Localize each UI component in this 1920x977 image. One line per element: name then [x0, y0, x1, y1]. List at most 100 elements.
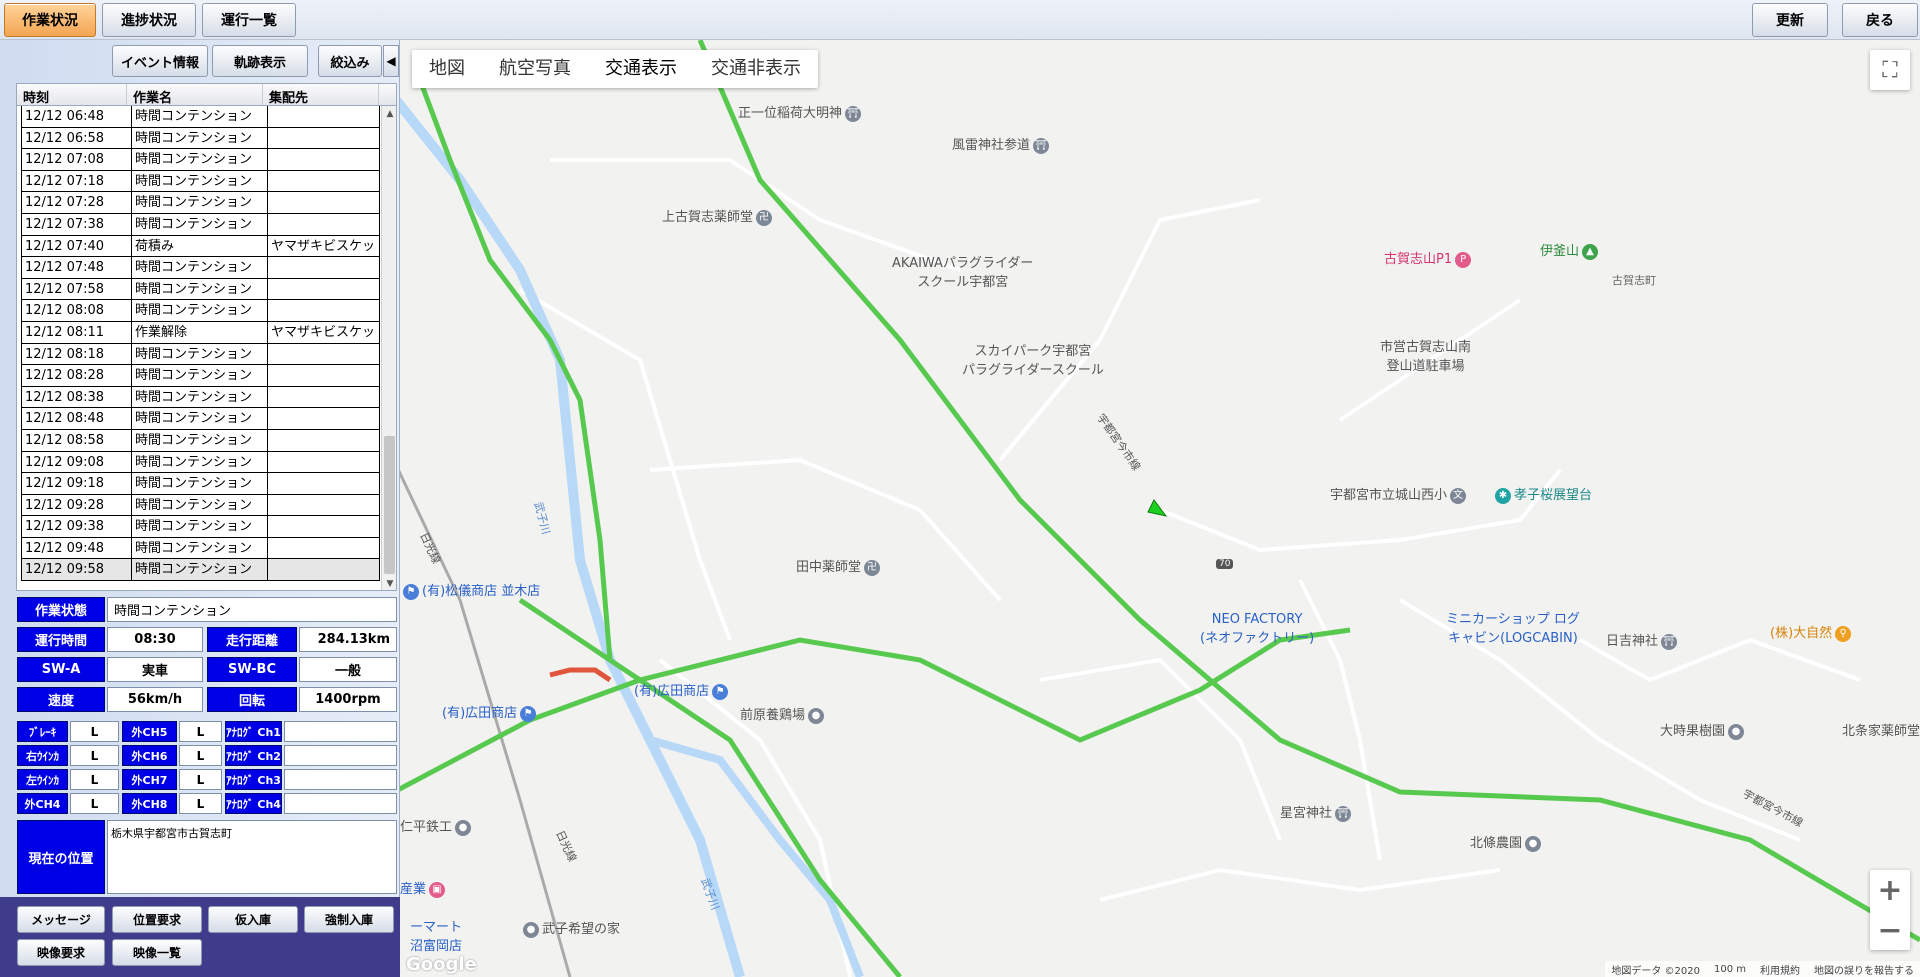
- poi-kogashiyama-parking[interactable]: 市営古賀志山南 登山道駐車場: [1380, 336, 1471, 374]
- header-time[interactable]: 時刻: [17, 84, 127, 106]
- tab-progress[interactable]: 進捗状況: [102, 3, 196, 37]
- scroll-thumb[interactable]: [384, 436, 395, 574]
- table-row[interactable]: 12/12 07:40荷積みヤマザキビスケット㈱: [21, 235, 380, 258]
- table-row[interactable]: 12/12 09:18 時間コンテンション: [21, 473, 380, 495]
- tab-operation-list[interactable]: 運行一覧: [202, 3, 296, 37]
- signal-value: L: [179, 793, 222, 814]
- poi-kogashiyama-p1[interactable]: 古賀志山P1 P: [1384, 248, 1474, 268]
- table-row[interactable]: 12/12 09:58 時間コンテンション: [21, 559, 380, 582]
- report-error-link[interactable]: 地図の誤りを報告する: [1814, 962, 1914, 977]
- event-info-button[interactable]: イベント情報: [112, 45, 208, 77]
- map-type-map[interactable]: 地図: [412, 50, 482, 88]
- map-type-traffic-on[interactable]: 交通表示: [588, 50, 694, 88]
- poi-takeko-kibou[interactable]: ● 武子希望の家: [520, 918, 620, 938]
- poi-label: 上古賀志薬師堂: [662, 210, 754, 225]
- refresh-button[interactable]: 更新: [1752, 3, 1828, 37]
- header-work-name[interactable]: 作業名: [127, 84, 263, 106]
- table-scrollbar[interactable]: ▲ ▼: [381, 106, 396, 590]
- header-destination[interactable]: 集配先: [263, 84, 379, 106]
- table-row[interactable]: 12/12 08:38 時間コンテンション: [21, 386, 380, 409]
- poi-shiroyama-school[interactable]: 宇都宮市立城山西小文: [1330, 484, 1469, 504]
- force-entry-button[interactable]: 強制入庫: [304, 906, 394, 933]
- poi-inari-shrine[interactable]: 正一位稲荷大明神 ⛩: [738, 102, 864, 122]
- table-row[interactable]: 12/12 06:58 時間コンテンション: [21, 127, 380, 150]
- table-row[interactable]: 12/12 07:08 時間コンテンション: [21, 149, 380, 171]
- signal-value: [284, 769, 397, 790]
- tab-work-status[interactable]: 作業状況: [4, 3, 96, 37]
- cell-time: 12/12 08:08: [21, 300, 131, 321]
- track-display-button[interactable]: 軌跡表示: [212, 45, 308, 77]
- poi-furai-shrine[interactable]: 風雷神社参道 ⛩: [952, 134, 1052, 154]
- poi-ojika-orchard[interactable]: 大時果樹園 ●: [1660, 720, 1747, 740]
- table-row[interactable]: 12/12 07:28 時間コンテンション: [21, 192, 380, 214]
- poi-matsugi-shoten[interactable]: ⚑ (有)松儀商店 並木店: [400, 580, 540, 600]
- table-body: 12/12 06:48 時間コンテンション 12/12 06:58 時間コンテンション…: [21, 106, 380, 590]
- shrine-icon: ⛩: [1033, 137, 1050, 154]
- poi-label: AKAIWAパラグライダー: [892, 256, 1034, 271]
- map-view[interactable]: 地図 航空写真 交通表示 交通非表示 ⛶ 正一位稲荷大明神 ⛩ 風雷神社参道 ⛩ 上…: [400, 40, 1920, 977]
- poi-neo-factory[interactable]: NEO FACTORY (ネオファクトリー): [1200, 612, 1314, 646]
- table-row[interactable]: 12/12 08:28 時間コンテンション: [21, 365, 380, 387]
- terms-link[interactable]: 利用規約: [1760, 962, 1800, 977]
- poi-hoshimiya-shrine[interactable]: 星宮神社 ⛩: [1280, 802, 1354, 822]
- table-row[interactable]: 12/12 06:48 時間コンテンション: [21, 106, 380, 128]
- video-request-button[interactable]: 映像要求: [17, 939, 105, 966]
- table-row[interactable]: 12/12 09:38 時間コンテンション: [21, 516, 380, 538]
- poi-label: 前原養鶏場: [740, 708, 806, 723]
- poi-mart[interactable]: ーマート 沼富岡店: [410, 916, 462, 954]
- cell-time: 12/12 07:38: [21, 213, 131, 235]
- video-list-button[interactable]: 映像一覧: [112, 939, 202, 966]
- poi-ikamayama[interactable]: 伊釜山 ▲: [1540, 240, 1601, 260]
- poi-skypark[interactable]: スカイパーク宇都宮 パラグライダースクール: [962, 340, 1104, 378]
- table-row[interactable]: 12/12 07:58 時間コンテンション: [21, 278, 380, 301]
- poi-koshizakura-observatory[interactable]: ✱ 孝子桜展望台: [1492, 484, 1592, 504]
- poi-label: ーマート: [410, 920, 463, 935]
- table-row[interactable]: 12/12 09:08 時間コンテンション: [21, 451, 380, 474]
- poi-logcabin[interactable]: ミニカーショップ ログ キャビン(LOGCABIN): [1446, 608, 1580, 646]
- zoom-out-icon[interactable]: −: [1870, 910, 1910, 950]
- table-row[interactable]: 12/12 07:38 時間コンテンション: [21, 213, 380, 236]
- map-canvas[interactable]: [400, 40, 1920, 977]
- poi-daishizen[interactable]: (株)大自然 ⚲: [1770, 622, 1854, 642]
- table-row[interactable]: 12/12 08:58 時間コンテンション: [21, 429, 380, 452]
- poi-sangyo[interactable]: 産業 ▣: [400, 878, 448, 898]
- poi-nihei-tekko[interactable]: 仁平鉄工 ●: [400, 816, 474, 836]
- table-row[interactable]: 12/12 08:11作業解除ヤマザキビスケット㈱: [21, 321, 380, 344]
- poi-akaiwa-paraglider[interactable]: AKAIWAパラグライダー スクール宇都宮: [892, 252, 1033, 290]
- poi-hojo-farm[interactable]: 北條農園 ●: [1470, 832, 1544, 852]
- table-row[interactable]: 12/12 09:48 時間コンテンション: [21, 537, 380, 560]
- zoom-in-icon[interactable]: +: [1870, 870, 1910, 910]
- position-request-button[interactable]: 位置要求: [112, 906, 202, 933]
- scroll-up-icon[interactable]: ▲: [382, 106, 396, 122]
- back-button[interactable]: 戻る: [1842, 3, 1918, 37]
- poi-tanaka-yakushido[interactable]: 田中薬師堂卍: [796, 556, 883, 576]
- scroll-down-icon[interactable]: ▼: [382, 576, 396, 590]
- filter-button[interactable]: 絞込み: [318, 45, 382, 77]
- temp-entry-button[interactable]: 仮入庫: [208, 906, 298, 933]
- table-row[interactable]: 12/12 09:28 時間コンテンション: [21, 494, 380, 517]
- fullscreen-icon[interactable]: ⛶: [1870, 50, 1910, 90]
- event-table: 時刻 作業名 集配先 12/12 06:48 時間コンテンション 12/12 06:…: [16, 83, 397, 591]
- cell-time: 12/12 08:48: [21, 408, 131, 429]
- poi-kamikogashi-yakushido[interactable]: 上古賀志薬師堂卍: [662, 206, 775, 226]
- collapse-panel-button[interactable]: ◀: [383, 45, 399, 77]
- table-row[interactable]: 12/12 08:08 時間コンテンション: [21, 300, 380, 322]
- poi-hojoke-yakushido[interactable]: 北条家薬師堂: [1842, 720, 1920, 739]
- signal-label: 外CH5: [122, 721, 177, 742]
- map-type-aerial[interactable]: 航空写真: [482, 50, 588, 88]
- table-row[interactable]: 12/12 07:18 時間コンテンション: [21, 170, 380, 193]
- table-row[interactable]: 12/12 08:48 時間コンテンション: [21, 408, 380, 430]
- poi-label: 宇都宮市立城山西小: [1330, 488, 1448, 503]
- signal-label: 外CH6: [122, 745, 177, 766]
- message-button[interactable]: メッセージ: [17, 906, 105, 933]
- cell-time: 12/12 09:38: [21, 516, 131, 537]
- poi-hiyoshi-shrine[interactable]: 日吉神社 ⛩: [1606, 630, 1680, 650]
- poi-hirota-shoten[interactable]: (有)広田商店 ⚑: [634, 680, 731, 700]
- poi-maehara-poultry[interactable]: 前原養鶏場 ●: [740, 704, 827, 724]
- map-type-traffic-off[interactable]: 交通非表示: [694, 50, 818, 88]
- poi-hirota-shoten-2[interactable]: (有)広田商店 ⚑: [442, 702, 539, 722]
- vehicle-marker-icon[interactable]: [1147, 499, 1168, 517]
- cell-destination: [267, 408, 380, 429]
- table-row[interactable]: 12/12 08:18 時間コンテンション: [21, 343, 380, 366]
- table-row[interactable]: 12/12 07:48 時間コンテンション: [21, 257, 380, 279]
